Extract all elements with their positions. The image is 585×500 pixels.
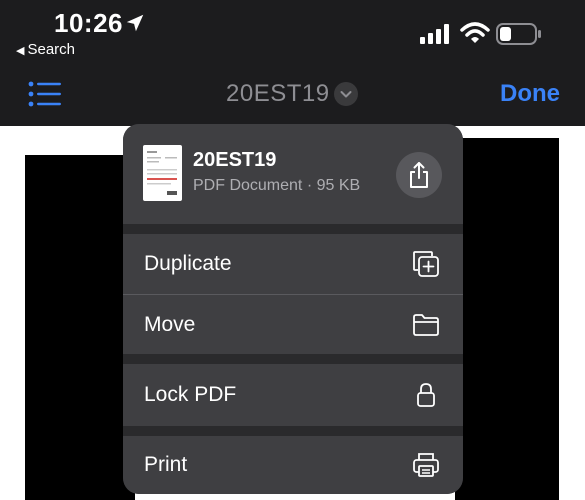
menu-item-print[interactable]: Print [123, 436, 463, 494]
chevron-down-icon [340, 91, 352, 98]
menu-group-separator [123, 224, 463, 234]
pdf-content-block [455, 138, 559, 500]
menu-item-duplicate[interactable]: Duplicate [123, 234, 463, 294]
file-name: 20EST19 [193, 149, 277, 171]
menu-file-header: 20EST19 PDF Document · 95 KB [123, 124, 463, 224]
pdf-content-block [25, 155, 135, 500]
menu-item-label: Move [144, 313, 196, 336]
done-button[interactable]: Done [500, 80, 560, 108]
document-thumbnail [143, 145, 182, 201]
title-menu-button[interactable] [334, 82, 358, 106]
menu-item-label: Lock PDF [144, 383, 237, 406]
menu-item-lock-pdf[interactable]: Lock PDF [123, 364, 463, 426]
back-triangle-icon: ◀ [16, 45, 25, 57]
share-button[interactable] [396, 152, 442, 198]
menu-group-separator [123, 426, 463, 436]
printer-icon [413, 453, 439, 477]
list-icon[interactable] [28, 81, 62, 107]
folder-icon [413, 314, 439, 336]
back-search-label: Search [27, 41, 75, 58]
duplicate-icon [413, 251, 439, 277]
menu-item-move[interactable]: Move [123, 295, 463, 354]
wifi-icon [460, 22, 490, 43]
clock-time: 10:26 [54, 8, 123, 38]
menu-item-label: Duplicate [144, 252, 232, 275]
status-bar: 10:26 ◀ Search [0, 0, 585, 64]
lock-icon [417, 383, 435, 407]
cellular-signal-icon [420, 24, 449, 44]
file-metadata: PDF Document · 95 KB [193, 177, 361, 194]
document-context-menu: 20EST19 PDF Document · 95 KB Duplicate M… [123, 124, 463, 494]
location-arrow-icon [126, 14, 144, 32]
document-title[interactable]: 20EST19 [226, 80, 330, 108]
back-to-search-link[interactable]: ◀ Search [16, 41, 75, 58]
navigation-bar: 20EST19 Done [0, 64, 585, 126]
battery-icon [496, 23, 541, 45]
share-icon [410, 162, 428, 188]
menu-group-separator [123, 354, 463, 364]
menu-item-label: Print [144, 453, 188, 476]
